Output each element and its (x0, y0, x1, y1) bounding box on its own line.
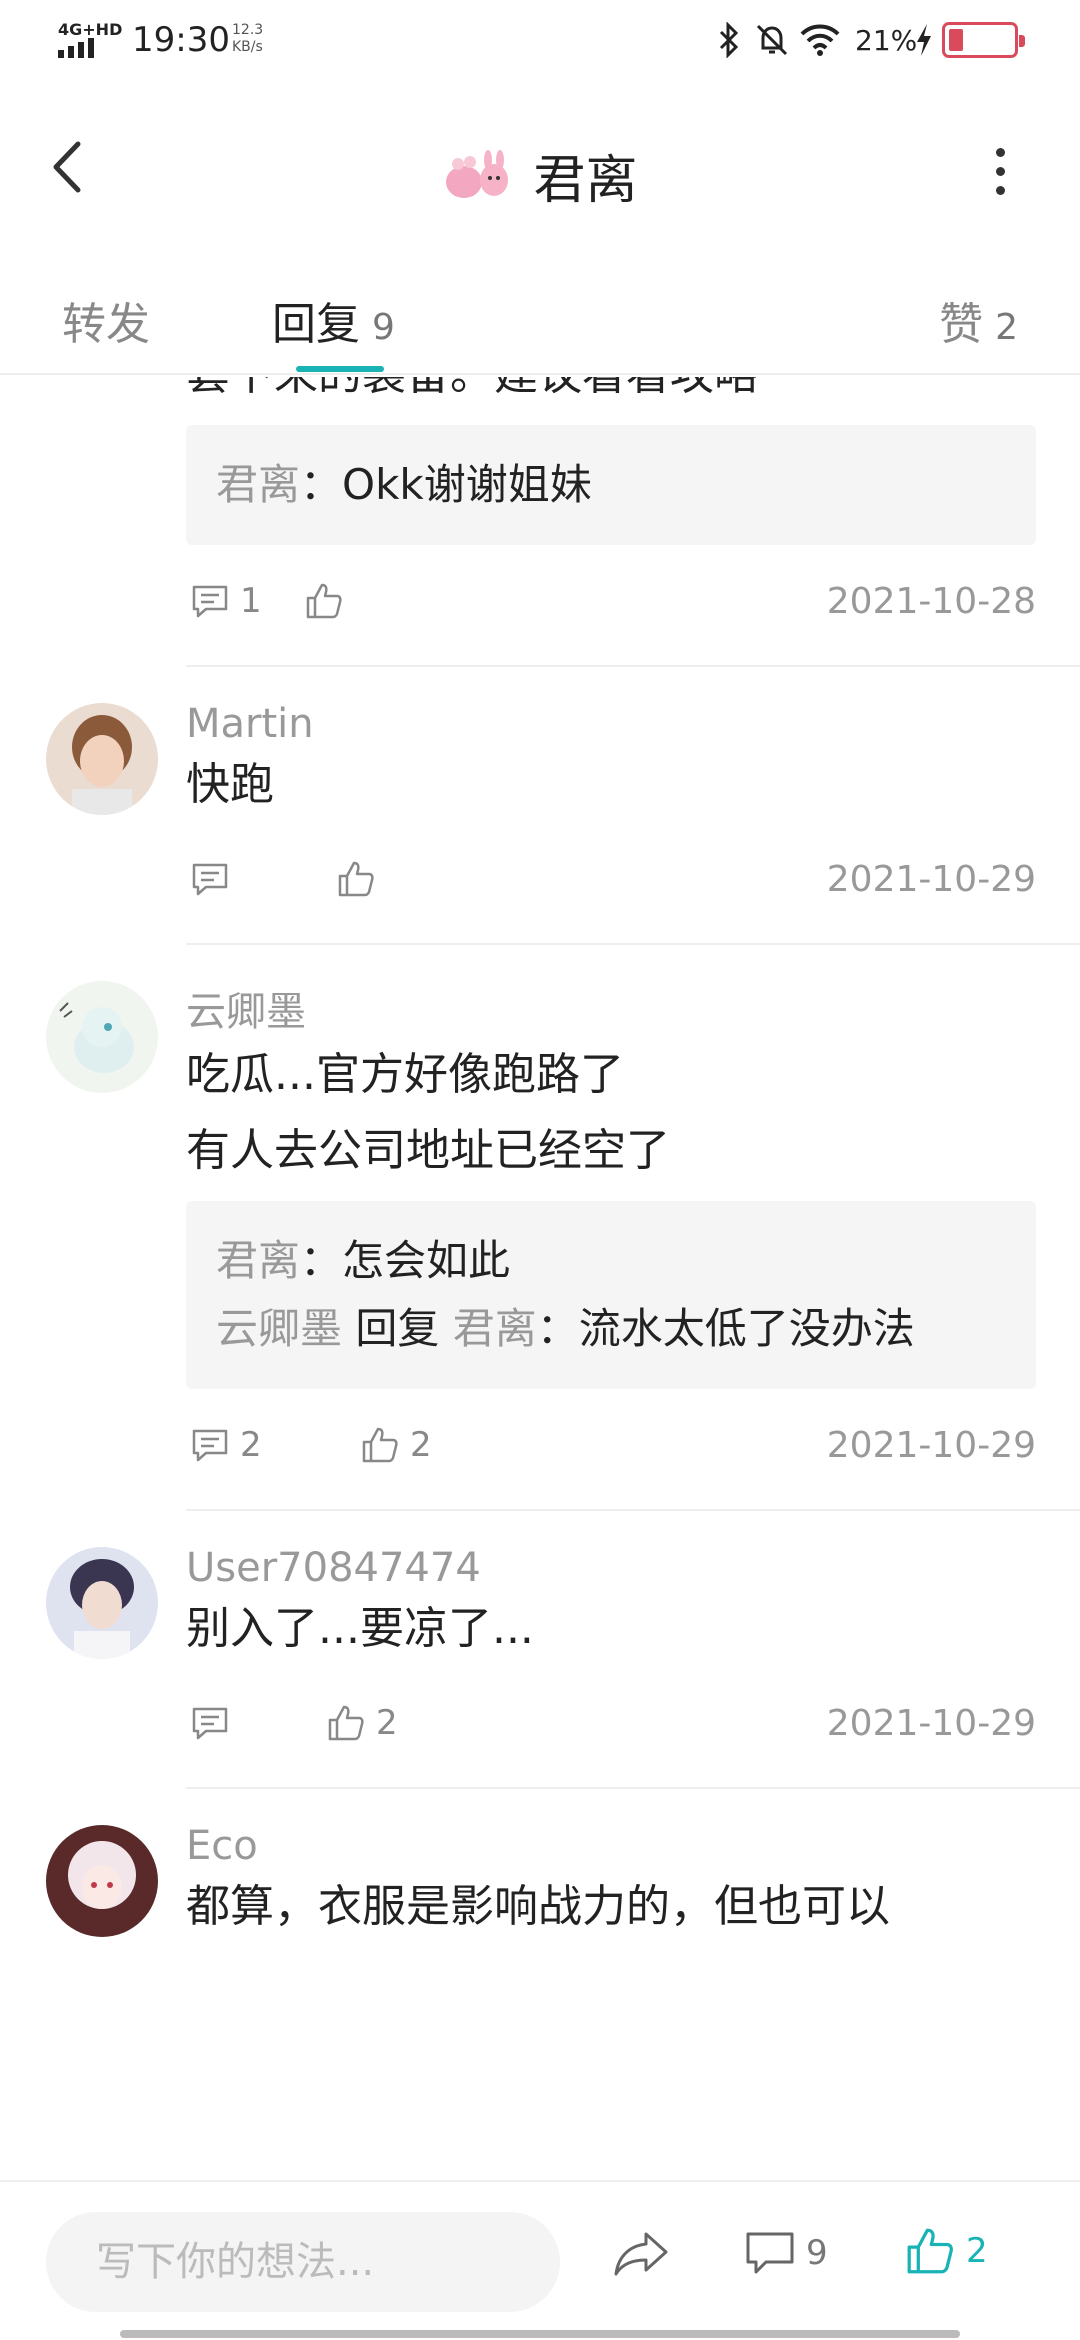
battery-icon (942, 22, 1025, 58)
comment-date: 2021-10-29 (826, 1425, 1036, 1466)
tab-like[interactable]: 赞2 (939, 288, 1018, 352)
tab-repost[interactable]: 转发 (62, 288, 150, 352)
like-button[interactable] (336, 857, 386, 909)
comment-text: 都算，衣服是影响战力的，但也可以 (186, 1881, 890, 1932)
comment-author[interactable]: Martin (186, 667, 1080, 747)
wifi-icon (800, 24, 840, 56)
more-icon[interactable] (990, 148, 1010, 196)
like-count-button[interactable]: 2 (904, 2224, 988, 2278)
comment-text: 快跑 (186, 759, 274, 810)
mute-bell-icon (756, 24, 788, 56)
thumbs-up-icon (328, 1705, 364, 1740)
avatar[interactable] (46, 703, 158, 815)
title-bar: 君离 (0, 110, 1080, 230)
thumbs-up-icon (907, 2228, 953, 2274)
comment-input[interactable]: 写下你的想法... (46, 2212, 560, 2312)
comment-item: Eco 都算，衣服是影响战力的，但也可以 (46, 1789, 1080, 1969)
network-speed: 12.3 KB/s (232, 22, 264, 55)
comment-icon (192, 863, 228, 895)
active-tab-indicator (296, 366, 384, 372)
network-type: 4G+HD (58, 20, 123, 39)
share-icon[interactable] (612, 2228, 670, 2280)
reply-line: 君离：怎会如此 (216, 1236, 511, 1285)
comment-actions: 2 2 2021-10-29 (186, 1413, 1080, 1485)
avatar[interactable] (46, 1547, 158, 1659)
charging-icon (917, 24, 931, 56)
bluetooth-icon (719, 22, 739, 58)
tab-reply[interactable]: 回复 9 (272, 288, 395, 352)
comment-icon (746, 2232, 794, 2274)
comment-author[interactable]: User70847474 (186, 1511, 1080, 1591)
comment-date: 2021-10-29 (826, 859, 1036, 900)
thumbs-up-icon (362, 1427, 398, 1462)
comment-date: 2021-10-28 (826, 581, 1036, 622)
comment-icon (192, 1707, 228, 1739)
comment-text: 吃瓜...官方好像跑路了 有人去公司地址已经空了 (186, 1049, 670, 1176)
user-avatar (446, 149, 509, 198)
comment-text: 别入了...要凉了... (186, 1603, 534, 1654)
comment-icon (192, 585, 228, 617)
avatar[interactable] (46, 1825, 158, 1937)
tab-reply-count: 9 (372, 307, 395, 348)
comment-item: User70847474 别入了...要凉了... 2 2021-10-29 (46, 1511, 1080, 1789)
reply-button[interactable] (190, 857, 240, 909)
reply-line: 云卿墨 回复 君离：流水太低了没办法 (216, 1304, 915, 1353)
tab-bar: 转发 回复 9 赞2 (0, 270, 1080, 375)
comment-count-button[interactable]: 9 (744, 2228, 828, 2278)
comment-list: 套下来的装备。建议看看攻略 君离：Okk谢谢姐妹 1 2021-10-28 Ma… (0, 377, 1080, 2177)
comment-icon (192, 1429, 228, 1461)
comment-date: 2021-10-29 (826, 1703, 1036, 1744)
like-button[interactable] (304, 579, 354, 631)
reply-line: 君离：Okk谢谢姐妹 (216, 460, 592, 509)
comment-author[interactable]: 云卿墨 (186, 945, 1080, 1037)
reply-box[interactable]: 君离：怎会如此 云卿墨 回复 君离：流水太低了没办法 (186, 1201, 1036, 1389)
reply-box[interactable]: 君离：Okk谢谢姐妹 (186, 425, 1036, 545)
reply-button[interactable] (190, 1701, 240, 1753)
signal-icon (58, 38, 94, 58)
comment-item: Martin 快跑 2021-10-29 (46, 667, 1080, 945)
like-button[interactable]: 2 (326, 1701, 398, 1753)
like-button[interactable]: 2 (360, 1423, 432, 1475)
avatar[interactable] (46, 981, 158, 1093)
comment-item: 套下来的装备。建议看看攻略 君离：Okk谢谢姐妹 1 2021-10-28 (186, 377, 1080, 667)
bottom-bar: 写下你的想法... 9 2 (0, 2180, 1080, 2340)
thumbs-up-icon (338, 861, 374, 896)
clock: 19:30 (132, 20, 230, 60)
comment-actions: 2 2021-10-29 (186, 1691, 1080, 1763)
tab-like-count: 2 (995, 307, 1018, 348)
battery-percentage: 21% (855, 24, 918, 57)
status-bar: 4G+HD 19:30 12.3 KB/s 21% (0, 0, 1080, 80)
home-indicator[interactable] (120, 2330, 960, 2338)
comment-text: 套下来的装备。建议看看攻略 (186, 377, 1080, 413)
thumbs-up-icon (306, 583, 342, 618)
reply-button[interactable]: 1 (190, 579, 262, 631)
comment-item: 云卿墨 吃瓜...官方好像跑路了 有人去公司地址已经空了 君离：怎会如此 云卿墨… (46, 945, 1080, 1511)
comment-actions: 2021-10-29 (186, 847, 1080, 919)
comment-author[interactable]: Eco (186, 1789, 1080, 1869)
reply-button[interactable]: 2 (190, 1423, 262, 1475)
comment-actions: 1 2021-10-28 (186, 569, 1080, 641)
page-title: 君离 (533, 151, 638, 211)
